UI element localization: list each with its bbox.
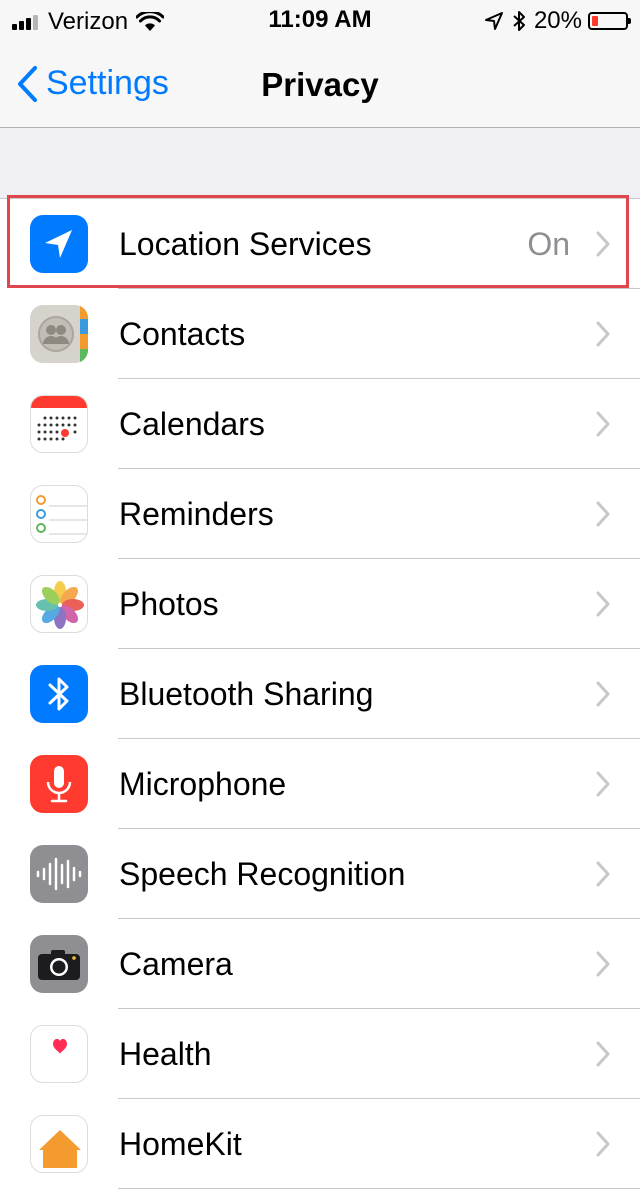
row-label: Bluetooth Sharing (119, 675, 374, 712)
row-label: Microphone (119, 765, 287, 802)
row-microphone[interactable]: Microphone (0, 739, 640, 829)
status-bar: Verizon 11:09 AM 20% (0, 0, 640, 40)
reminders-icon (30, 485, 88, 543)
battery-icon (588, 12, 631, 30)
status-right: 20% (484, 7, 631, 35)
bluetooth-icon (30, 665, 88, 723)
chevron-right-icon (596, 681, 610, 707)
microphone-icon (30, 755, 88, 813)
row-label: Calendars (119, 405, 265, 442)
row-photos[interactable]: Photos (0, 559, 640, 649)
bluetooth-icon (513, 11, 525, 31)
chevron-right-icon (596, 771, 610, 797)
row-calendars[interactable]: Calendars (0, 379, 640, 469)
chevron-right-icon (596, 1131, 610, 1157)
calendar-icon (30, 395, 88, 453)
row-label: Reminders (119, 495, 274, 532)
chevron-right-icon (596, 411, 610, 437)
battery-level (592, 16, 598, 26)
row-camera[interactable]: Camera (0, 919, 640, 1009)
row-homekit[interactable]: HomeKit (0, 1099, 640, 1189)
location-services-icon (30, 215, 88, 273)
camera-icon (30, 935, 88, 993)
health-icon (30, 1025, 88, 1083)
page-title: Privacy (261, 66, 379, 103)
photos-icon (30, 575, 88, 633)
row-label: Contacts (119, 315, 246, 352)
row-label: HomeKit (119, 1125, 242, 1162)
speech-recognition-icon (30, 845, 88, 903)
row-bluetooth-sharing[interactable]: Bluetooth Sharing (0, 649, 640, 739)
row-label: Health (119, 1035, 212, 1072)
homekit-icon (30, 1115, 88, 1173)
chevron-right-icon (596, 591, 610, 617)
row-reminders[interactable]: Reminders (0, 469, 640, 559)
row-label: Photos (119, 585, 219, 622)
chevron-right-icon (596, 951, 610, 977)
row-label: Camera (119, 945, 233, 982)
battery-percent: 20% (533, 7, 582, 34)
row-contacts[interactable]: Contacts (0, 289, 640, 379)
row-label: Speech Recognition (119, 855, 406, 892)
row-speech-recognition[interactable]: Speech Recognition (0, 829, 640, 919)
location-arrow-icon (484, 12, 503, 30)
row-detail: On (527, 225, 570, 262)
row-label: Location Services (119, 225, 372, 262)
chevron-right-icon (596, 501, 610, 527)
row-health[interactable]: Health (0, 1009, 640, 1099)
chevron-right-icon (596, 1041, 610, 1067)
contacts-icon (30, 305, 88, 363)
privacy-list: Location Services On Contacts Calendars … (0, 198, 640, 1189)
chevron-right-icon (596, 231, 610, 257)
row-location-services[interactable]: Location Services On (0, 199, 640, 289)
chevron-right-icon (596, 321, 610, 347)
chevron-right-icon (596, 861, 610, 887)
nav-bar: Settings Privacy (0, 40, 640, 128)
